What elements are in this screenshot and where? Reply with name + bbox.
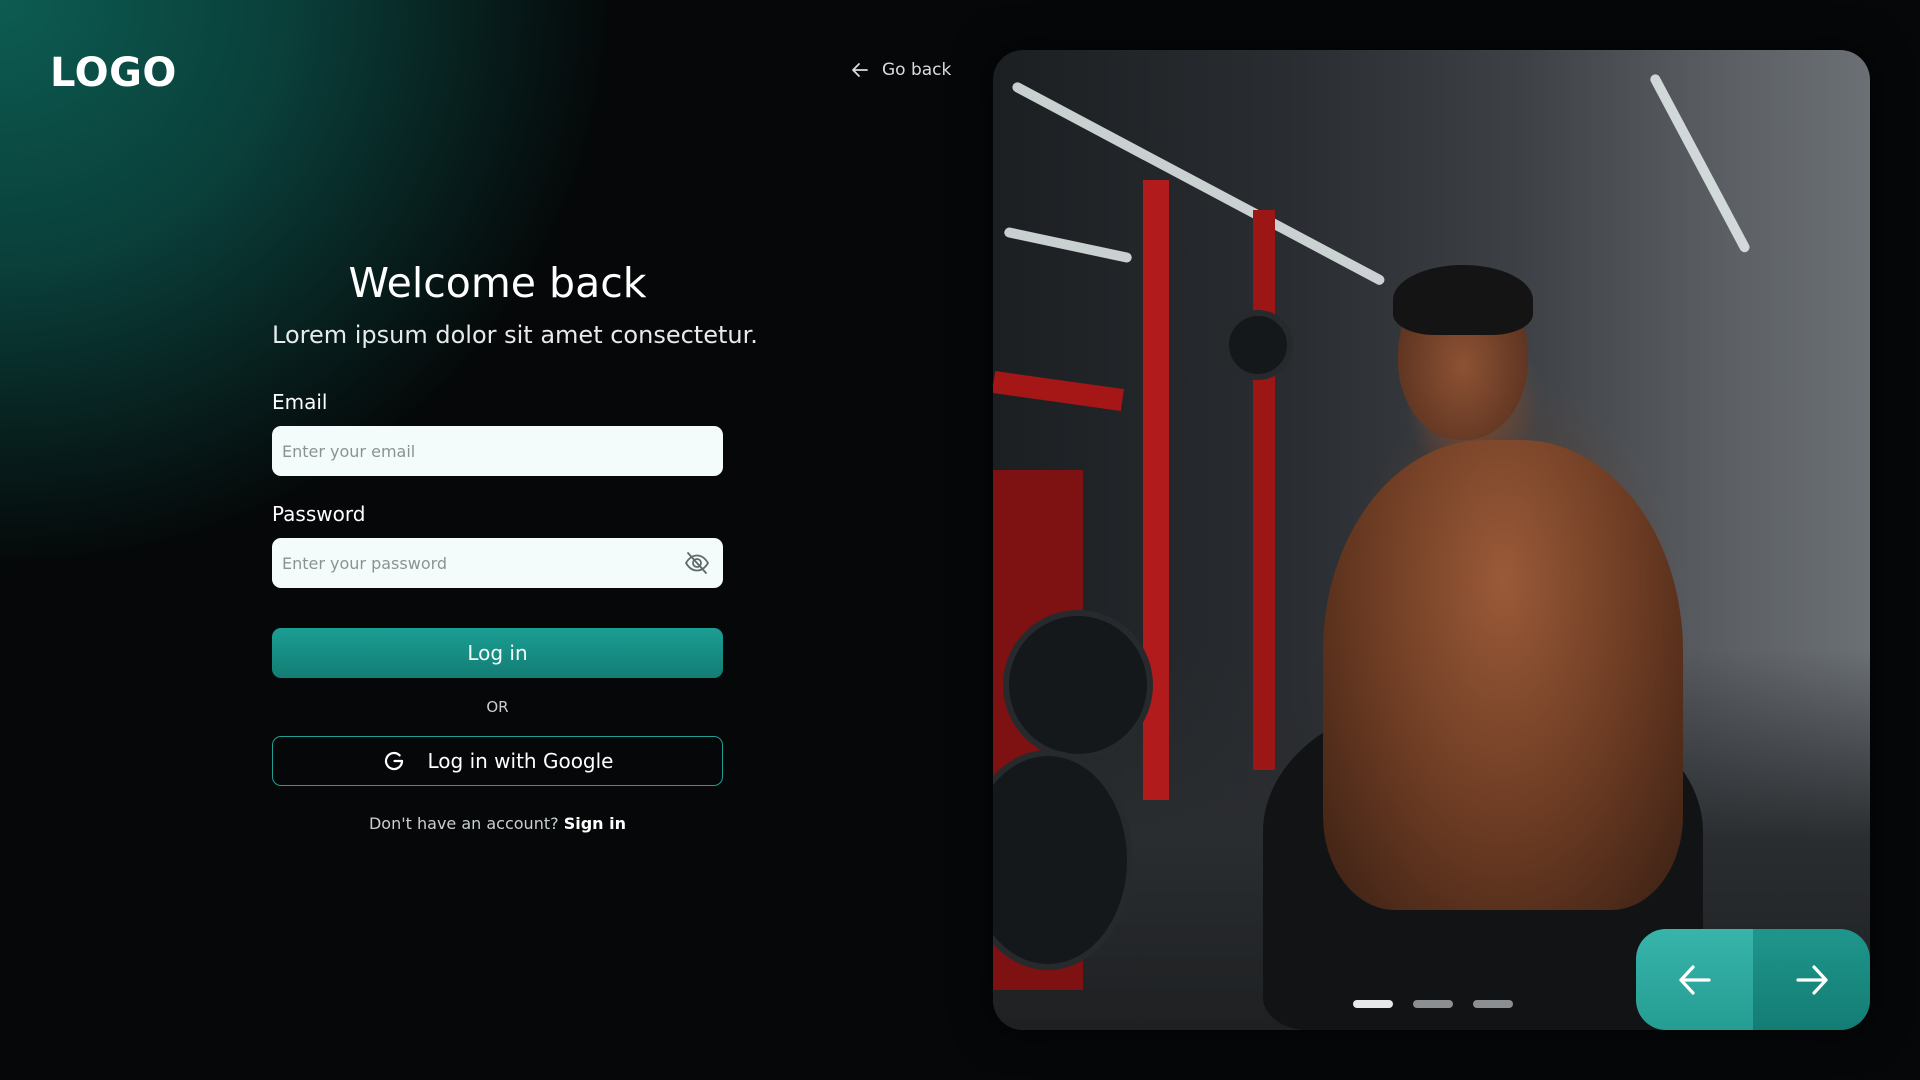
signup-prompt-text: Don't have an account? (368, 814, 559, 833)
email-field[interactable] (282, 441, 713, 461)
password-field-wrapper (272, 538, 723, 588)
go-back-link[interactable]: Go back (850, 60, 951, 80)
carousel-dot[interactable] (1473, 1000, 1513, 1008)
login-button[interactable]: Log in (272, 628, 723, 678)
or-divider: OR (486, 698, 509, 716)
carousel-next-button[interactable] (1753, 929, 1870, 1030)
ceiling-light (1003, 226, 1133, 264)
google-icon (384, 751, 403, 771)
login-form: Welcome back Lorem ipsum dolor sit amet … (272, 258, 758, 833)
eye-off-icon[interactable] (683, 550, 711, 576)
gym-rack (993, 371, 1124, 411)
carousel-nav (1636, 929, 1870, 1030)
gym-rack (1253, 210, 1275, 770)
carousel-indicators (1353, 1000, 1513, 1008)
athlete-body (1323, 440, 1683, 910)
google-login-label: Log in with Google (427, 749, 614, 773)
carousel-prev-button[interactable] (1636, 929, 1753, 1030)
ceiling-light (1010, 80, 1387, 287)
page-subtitle: Lorem ipsum dolor sit amet consectetur. (272, 321, 758, 349)
logo: LOGO (50, 50, 177, 96)
weight-plate (1223, 310, 1293, 380)
hero-image (993, 50, 1870, 1030)
password-label: Password (272, 502, 366, 526)
signup-prompt: Don't have an account? Sign in (272, 814, 723, 833)
carousel-dot[interactable] (1353, 1000, 1393, 1008)
arrow-left-icon (852, 63, 868, 77)
arrow-left-icon (1678, 964, 1711, 995)
ceiling-light (1648, 72, 1752, 254)
email-field-wrapper (272, 426, 723, 476)
google-login-button[interactable]: Log in with Google (272, 736, 723, 786)
weight-plate (1003, 610, 1153, 760)
go-back-label: Go back (882, 60, 952, 80)
arrow-right-icon (1795, 964, 1828, 995)
signup-link[interactable]: Sign in (564, 814, 626, 833)
page-title: Welcome back (348, 259, 647, 307)
email-label: Email (272, 390, 328, 414)
athlete-hair (1393, 265, 1533, 335)
carousel-dot[interactable] (1413, 1000, 1453, 1008)
password-field[interactable] (282, 553, 713, 573)
